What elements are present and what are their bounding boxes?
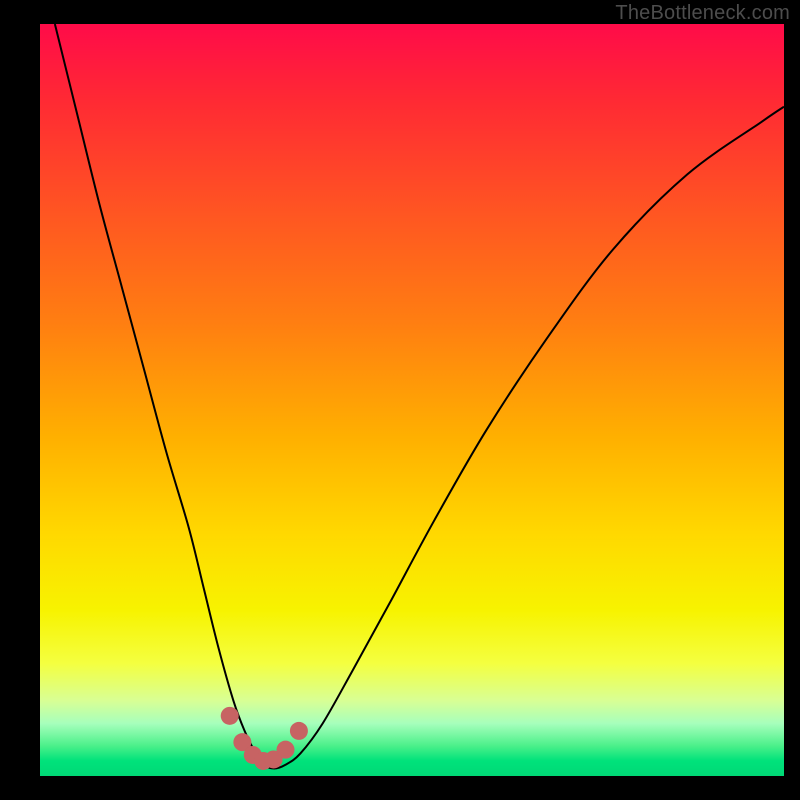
bottleneck-curve xyxy=(55,24,784,768)
bottleneck-curve-path xyxy=(55,24,784,768)
marker-dot xyxy=(277,741,295,759)
marker-dot xyxy=(290,722,308,740)
curve-markers xyxy=(221,707,308,770)
chart-svg xyxy=(40,24,784,776)
chart-container: TheBottleneck.com xyxy=(0,0,800,800)
plot-area xyxy=(40,24,784,776)
watermark-text: TheBottleneck.com xyxy=(615,2,790,25)
marker-dot xyxy=(221,707,239,725)
